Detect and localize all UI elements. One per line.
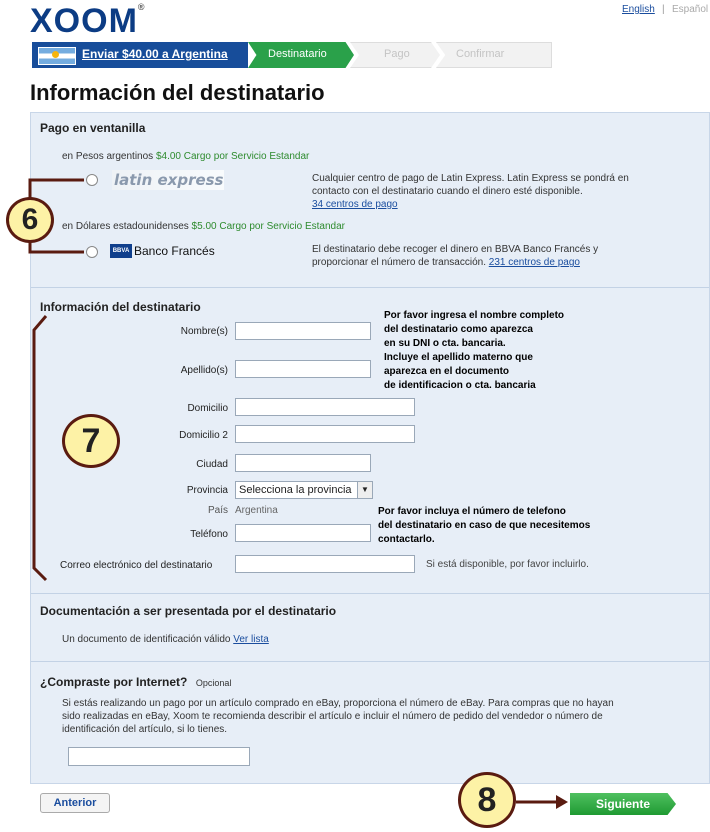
callout-lines <box>28 178 568 809</box>
callout-7: 7 <box>62 414 120 468</box>
callout-8-arrowhead-icon <box>556 795 568 809</box>
callout-7-bracket <box>32 315 48 582</box>
callout-6: 6 <box>6 197 54 243</box>
callout-8: 8 <box>458 772 516 828</box>
